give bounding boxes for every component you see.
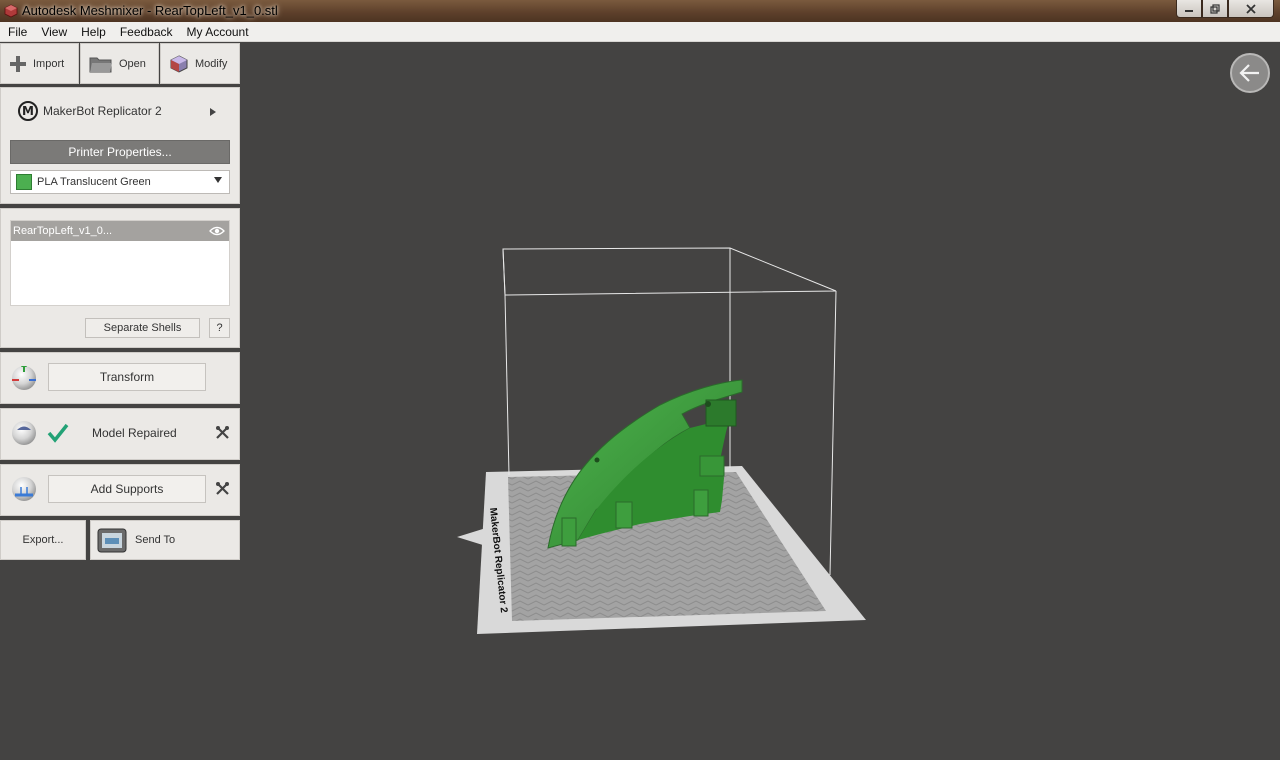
meshmixer-app-icon [4, 4, 18, 18]
separate-shells-label: Separate Shells [103, 322, 182, 334]
window-controls [1176, 0, 1274, 18]
menu-help[interactable]: Help [81, 25, 106, 39]
restore-button[interactable] [1202, 0, 1228, 18]
send-to-label: Send To [135, 534, 176, 546]
printer-send-icon [97, 528, 127, 553]
expand-arrow-icon[interactable] [210, 108, 216, 116]
window-title: Autodesk Meshmixer - RearTopLeft_v1_0.st… [22, 3, 278, 18]
close-icon [1246, 3, 1256, 14]
material-select[interactable]: PLA Translucent Green [10, 170, 230, 194]
list-item[interactable]: RearTopLeft_v1_0... [11, 221, 229, 241]
chevron-down-icon [214, 177, 222, 183]
import-label: Import [33, 57, 65, 70]
transform-sphere-icon [12, 366, 36, 390]
printer-name: MakerBot Replicator 2 [43, 104, 162, 118]
restore-icon [1210, 3, 1220, 14]
eye-icon[interactable] [209, 226, 225, 236]
object-name: RearTopLeft_v1_0... [13, 225, 113, 237]
menu-view[interactable]: View [41, 25, 67, 39]
title-bar: Autodesk Meshmixer - RearTopLeft_v1_0.st… [0, 0, 1280, 22]
object-list: RearTopLeft_v1_0... [10, 220, 230, 306]
plus-icon [10, 55, 26, 72]
open-label: Open [119, 57, 146, 70]
supports-overlay-icon [15, 487, 33, 497]
checkmark-icon [47, 423, 69, 443]
modify-cube-icon [170, 54, 188, 73]
supports-sphere-icon [12, 477, 36, 501]
help-label: ? [216, 322, 223, 334]
menu-feedback[interactable]: Feedback [120, 25, 173, 39]
transform-label: Transform [99, 370, 155, 384]
menu-file[interactable]: File [8, 25, 27, 39]
modify-button[interactable]: Modify [160, 43, 240, 84]
minimize-button[interactable] [1176, 0, 1202, 18]
wrench-icon[interactable] [215, 481, 230, 496]
add-supports-label: Add Supports [90, 482, 164, 496]
open-button[interactable]: Open [80, 43, 159, 84]
export-button[interactable]: Export... [0, 520, 86, 560]
printer-properties-label: Printer Properties... [68, 145, 172, 159]
transform-arrows-icon [12, 366, 36, 381]
printer-properties-button[interactable]: Printer Properties... [10, 140, 230, 164]
send-to-button[interactable]: Send To [90, 520, 240, 560]
inspector-sphere-icon [12, 421, 36, 445]
transform-button[interactable]: Transform [48, 363, 206, 391]
menu-my-account[interactable]: My Account [187, 25, 249, 39]
minimize-icon [1185, 9, 1193, 12]
export-label: Export... [22, 534, 64, 546]
makerbot-logo-icon: M [18, 101, 38, 121]
folder-icon [89, 57, 112, 72]
material-color-swatch [16, 174, 32, 190]
3d-viewport[interactable]: MakerBot Replicator 2 [240, 42, 1280, 760]
material-label: PLA Translucent Green [37, 176, 151, 188]
inspector-overlay-icon [17, 426, 31, 430]
repair-status: Model Repaired [92, 426, 177, 440]
close-button[interactable] [1228, 0, 1274, 18]
import-button[interactable]: Import [0, 43, 79, 84]
separate-shells-button[interactable]: Separate Shells [85, 318, 200, 338]
wrench-icon[interactable] [215, 425, 230, 440]
modify-label: Modify [195, 57, 228, 70]
add-supports-button[interactable]: Add Supports [48, 475, 206, 503]
printer-selector[interactable]: M MakerBot Replicator 2 [18, 101, 162, 121]
menu-bar: File View Help Feedback My Account [0, 22, 1280, 42]
help-button[interactable]: ? [209, 318, 230, 338]
